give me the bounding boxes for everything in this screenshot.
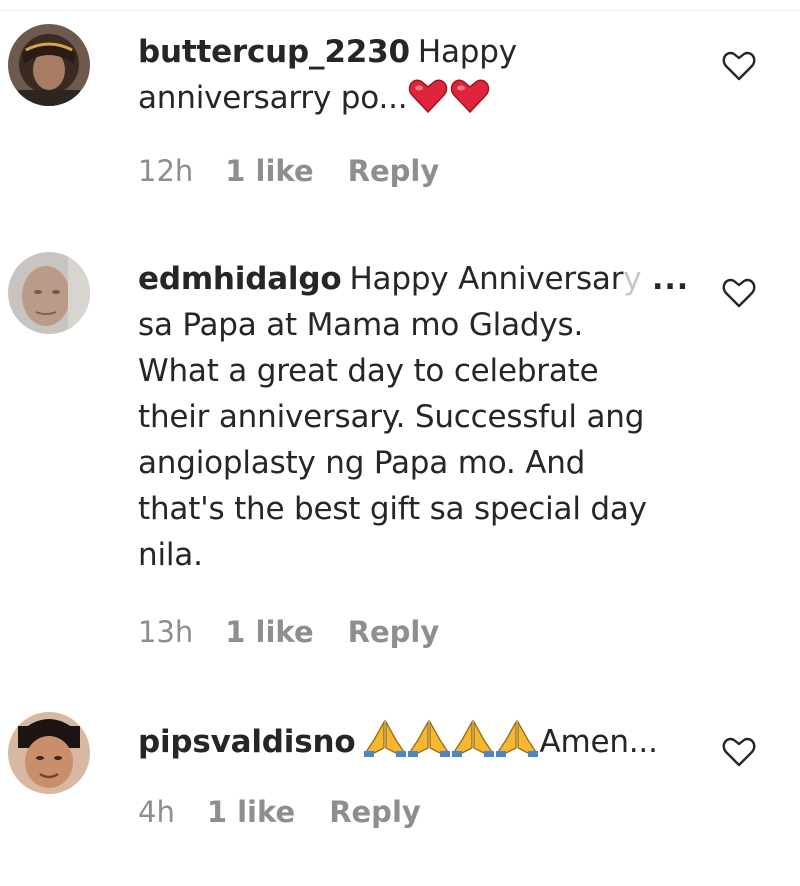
comment-likes[interactable]: 1 like [225, 154, 313, 188]
comment-username[interactable]: pipsvaldisno [138, 724, 356, 760]
folded-hands-emoji [408, 718, 451, 771]
like-heart-icon[interactable] [722, 50, 756, 82]
folded-hands-emoji [496, 718, 539, 771]
heart-emoji [450, 78, 490, 127]
comment-body: pipsvaldisno Amen... [138, 718, 698, 771]
reply-button[interactable]: Reply [348, 615, 440, 649]
comment-text-faded: y [623, 261, 642, 297]
comment-body: edmhidalgo Happy Anniversary sa Papa at M… [138, 256, 668, 578]
comment-meta: 12h 1 like Reply [138, 154, 439, 188]
comment-likes[interactable]: 1 like [207, 795, 295, 829]
folded-hands-emoji [452, 718, 495, 771]
comment-meta: 13h 1 like Reply [138, 615, 439, 649]
like-heart-icon[interactable] [722, 277, 756, 309]
avatar[interactable] [8, 24, 90, 106]
avatar[interactable] [8, 712, 90, 794]
comment-meta: 4h 1 like Reply [138, 795, 421, 829]
comment-text: Amen... [539, 724, 658, 760]
heart-emoji [408, 78, 448, 127]
comment-time[interactable]: 13h [138, 615, 193, 649]
more-options-icon[interactable]: ... [652, 262, 689, 297]
comment-text: sa Papa at Mama mo Gladys. What a great … [138, 307, 647, 573]
comment-username[interactable]: edmhidalgo [138, 261, 342, 297]
comment-body: buttercup_2230 Happy anniversarry po... [138, 29, 668, 127]
comment-likes[interactable]: 1 like [225, 615, 313, 649]
comment-time[interactable]: 4h [138, 795, 175, 829]
avatar[interactable] [8, 252, 90, 334]
like-heart-icon[interactable] [722, 736, 756, 768]
comment-username[interactable]: buttercup_2230 [138, 34, 410, 70]
folded-hands-emoji [364, 718, 407, 771]
top-divider [0, 10, 800, 11]
reply-button[interactable]: Reply [329, 795, 421, 829]
reply-button[interactable]: Reply [348, 154, 440, 188]
comment-text-first: Happy Anniversar [349, 261, 624, 297]
comment-time[interactable]: 12h [138, 154, 193, 188]
